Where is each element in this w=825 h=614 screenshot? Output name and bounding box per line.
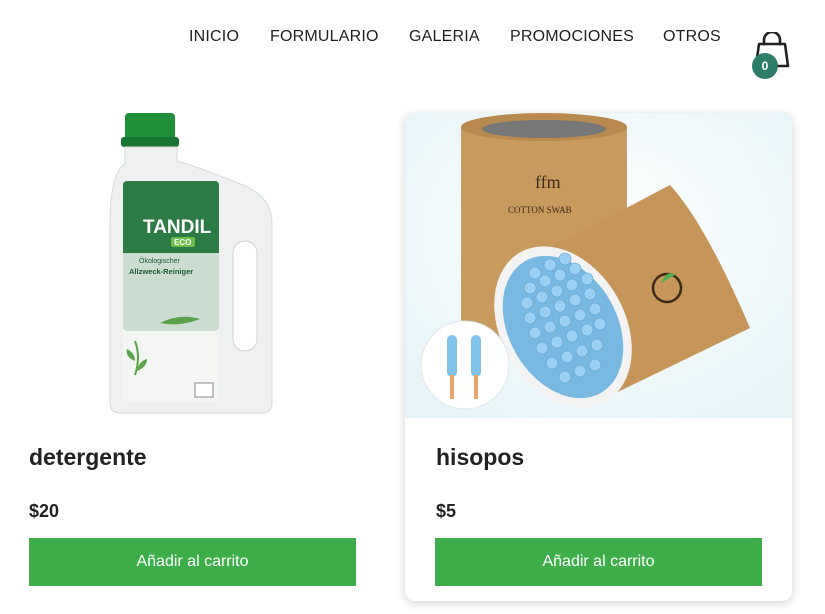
- nav-link-galeria[interactable]: GALERIA: [409, 28, 480, 46]
- svg-text:ffm: ffm: [535, 172, 561, 192]
- product-price: $20: [29, 501, 60, 521]
- label-line2: Allzweck-Reiniger: [129, 267, 193, 276]
- product-name: detergente: [29, 444, 147, 470]
- product-card-detergente: TANDIL ECO Ökologischer Allzweck-Reinige…: [5, 113, 392, 601]
- product-name: hisopos: [436, 444, 525, 470]
- cart-count-badge: 0: [752, 53, 778, 79]
- product-image-hisopos: COTTON SWAB ffm: [405, 113, 792, 418]
- main-nav: INICIO FORMULARIO GALERIA PROMOCIONES OT…: [0, 28, 825, 52]
- nav-link-otros[interactable]: OTROS: [663, 28, 721, 46]
- cart-button[interactable]: 0: [752, 32, 792, 80]
- product-image-detergente: TANDIL ECO Ökologischer Allzweck-Reinige…: [5, 113, 392, 418]
- nav-link-promociones[interactable]: PROMOCIONES: [510, 28, 634, 46]
- add-to-cart-button[interactable]: Añadir al carrito: [435, 538, 762, 586]
- product-card-hisopos: COTTON SWAB ffm hisopos $5 Añadir al car…: [405, 113, 792, 601]
- add-to-cart-button[interactable]: Añadir al carrito: [29, 538, 356, 586]
- label-brand: TANDIL: [143, 217, 212, 238]
- nav-link-inicio[interactable]: INICIO: [189, 28, 239, 46]
- label-sub: ECO: [174, 238, 191, 247]
- tube-label: COTTON SWAB: [508, 205, 572, 215]
- product-price: $5: [436, 501, 457, 521]
- label-line1: Ökologischer: [139, 257, 181, 265]
- nav-link-formulario[interactable]: FORMULARIO: [270, 28, 379, 46]
